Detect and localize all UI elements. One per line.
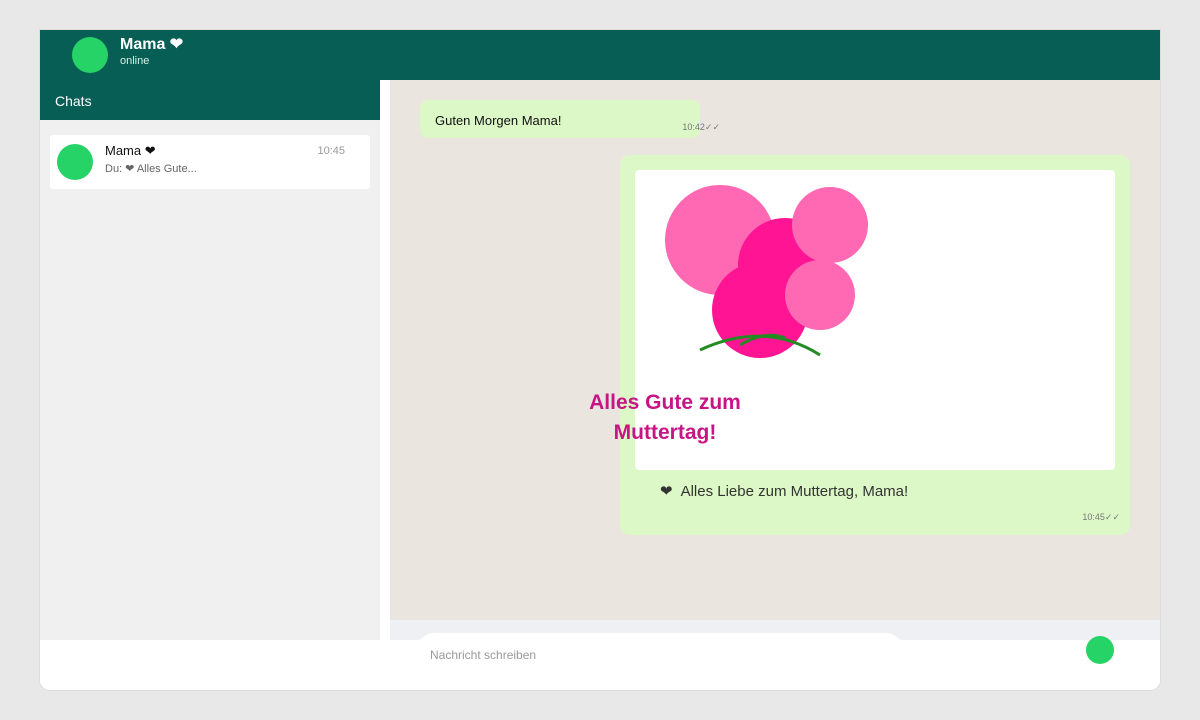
caption-text: Alles Liebe zum Muttertag, Mama! [680,483,909,500]
chat-app-window: Mama ❤ online Chats Mama ❤ 10:45 Du: ❤ A… [40,30,1160,690]
pane-divider [380,80,390,640]
message-input[interactable]: Nachricht schreiben [415,633,905,673]
read-receipt-icon: ✓✓ [1104,512,1120,522]
contact-avatar[interactable] [72,37,108,73]
flower-petal [792,187,868,263]
flower-petal [785,260,855,330]
message-area: Guten Morgen Mama! 10:42✓✓ Alles Gute zu… [390,80,1160,620]
card-greeting-text: Alles Gute zum Muttertag! [589,391,741,444]
chat-header: Mama ❤ online [40,30,1160,80]
chat-preview: Du: ❤ Alles Gute... [105,163,197,175]
contact-status: online [120,55,150,67]
sidebar-title: Chats [55,93,92,109]
message-caption: ❤ Alles Liebe zum Muttertag, Mama! [660,482,908,500]
message-time: 10:42 [682,122,705,132]
contact-name[interactable]: Mama ❤ [120,34,183,54]
chat-list-item[interactable]: Mama ❤ 10:45 Du: ❤ Alles Gute... [50,135,370,189]
message-input-placeholder: Nachricht schreiben [430,648,537,662]
message-text: Guten Morgen Mama! [435,113,562,128]
chat-time: 10:45 [317,145,345,157]
message-meta: 10:42✓✓ [682,122,720,133]
send-button[interactable] [1086,636,1114,664]
sidebar-header: Chats [40,80,380,120]
message-meta: 10:45✓✓ [1082,512,1120,523]
heart-icon: ❤ [660,483,673,500]
chat-name: Mama ❤ [105,143,156,158]
image-message-bubble[interactable]: Alles Gute zum Muttertag! ❤ Alles Liebe z… [589,155,1130,535]
message-bubble[interactable]: Guten Morgen Mama! 10:42✓✓ [420,100,720,138]
chat-avatar [57,144,93,180]
chat-list-sidebar: Chats Mama ❤ 10:45 Du: ❤ Alles Gute... [40,80,380,640]
greeting-card-image[interactable]: Alles Gute zum Muttertag! [589,170,1115,470]
read-receipt-icon: ✓✓ [704,122,720,132]
message-time: 10:45 [1082,512,1105,522]
